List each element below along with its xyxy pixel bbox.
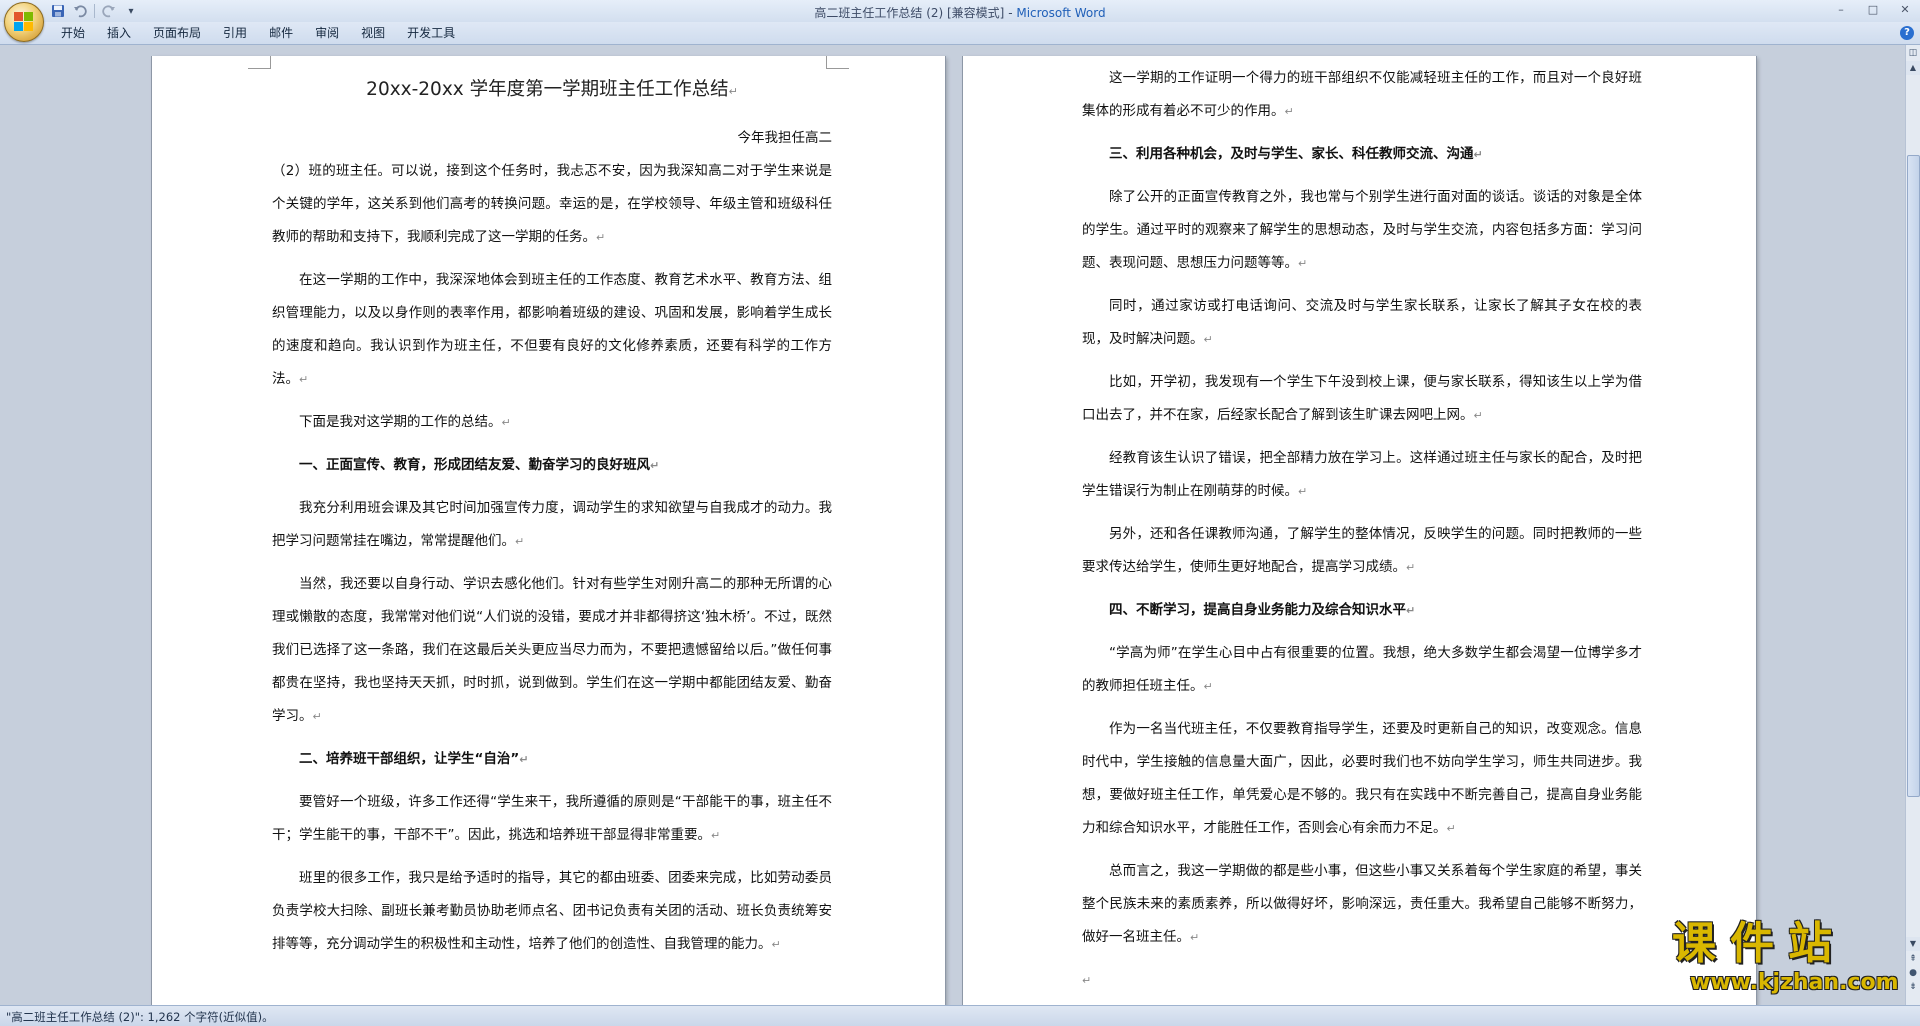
watermark-brand: 课件站	[1672, 918, 1846, 969]
watermark-url: www.kjzhan.com	[1690, 970, 1899, 995]
paragraph: （2）班的班主任。可以说，接到这个任务时，我忐忑不安，因为我深知高二对于学生来说…	[272, 163, 832, 245]
title-separator: -	[1004, 6, 1017, 20]
empty-paragraph: ↵	[1082, 964, 1642, 997]
paragraph-mark: ↵	[1473, 148, 1483, 161]
paragraph: 另外，还和各任课教师沟通，了解学生的整体情况，反映学生的问题。同时把教师的一些要…	[1082, 526, 1642, 575]
document-name: 高二班主任工作总结 (2) [兼容模式]	[814, 6, 1005, 20]
scroll-up-icon[interactable]: ▲	[1906, 61, 1920, 75]
paragraph: 我充分利用班会课及其它时间加强宣传力度，调动学生的求知欲望与自我成才的动力。我把…	[272, 500, 832, 549]
tab-page-layout[interactable]: 页面布局	[142, 22, 212, 44]
paragraph-mark: ↵	[1203, 333, 1213, 346]
app-name: Microsoft Word	[1016, 6, 1106, 20]
paragraph: 当然，我还要以自身行动、学识去感化他们。针对有些学生对刚升高二的那种无所谓的心理…	[272, 576, 832, 724]
paragraph-mark: ↵	[1406, 561, 1416, 574]
paragraph-mark: ↵	[299, 373, 309, 386]
status-text: "高二班主任工作总结 (2)": 1,262 个字符(近似值)。	[6, 1010, 274, 1024]
paragraph: 要管好一个班级，许多工作还得“学生来干，我所遵循的原则是“干部能干的事，班主任不…	[272, 794, 832, 843]
paragraph-mark: ↵	[1298, 485, 1308, 498]
close-button[interactable]: ✕	[1896, 2, 1914, 18]
paragraph-mark: ↵	[1082, 974, 1092, 987]
paragraph-mark: ↵	[1298, 257, 1308, 270]
paragraph-mark: ↵	[501, 416, 511, 429]
paragraph: “学高为师”在学生心目中占有很重要的位置。我想，绝大多数学生都会渴望一位博学多才…	[1082, 645, 1642, 694]
paragraph-mark: ↵	[711, 829, 721, 842]
tab-mailings[interactable]: 邮件	[258, 22, 304, 44]
section-heading: 三、利用各种机会，及时与学生、家长、科任教师交流、沟通↵	[1109, 146, 1483, 162]
maximize-button[interactable]: □	[1864, 2, 1882, 18]
document-workspace: 20xx-20xx 学年度第一学期班主任工作总结↵ 今年我担任高二 （2）班的班…	[0, 45, 1906, 1005]
tab-home[interactable]: 开始	[50, 22, 96, 44]
minimize-button[interactable]: –	[1832, 2, 1850, 18]
watermark-logo: 课件站 www.kjzhan.com	[1668, 918, 1908, 1000]
paragraph-mark: ↵	[728, 85, 738, 98]
paragraph-mark: ↵	[1406, 604, 1416, 617]
ruler-toggle-icon[interactable]: ◫	[1907, 47, 1919, 59]
window-title: 高二班主任工作总结 (2) [兼容模式] - Microsoft Word	[0, 4, 1920, 21]
tab-developer[interactable]: 开发工具	[396, 22, 466, 44]
page-content: 这一学期的工作证明一个得力的班干部组织不仅能减轻班主任的工作，而且对一个良好班集…	[1082, 62, 1642, 1005]
paragraph-mark: ↵	[1284, 105, 1294, 118]
office-button[interactable]	[4, 2, 44, 42]
paragraph-mark: ↵	[1446, 822, 1456, 835]
title-bar: ▾ 高二班主任工作总结 (2) [兼容模式] - Microsoft Word …	[0, 0, 1920, 22]
paragraph-mark: ↵	[1190, 931, 1200, 944]
paragraph-mark: ↵	[771, 938, 781, 951]
tab-review[interactable]: 审阅	[304, 22, 350, 44]
document-page-right[interactable]: 这一学期的工作证明一个得力的班干部组织不仅能减轻班主任的工作，而且对一个良好班集…	[963, 56, 1756, 1005]
help-icon[interactable]: ?	[1900, 26, 1914, 40]
page-content: 20xx-20xx 学年度第一学期班主任工作总结↵ 今年我担任高二 （2）班的班…	[272, 72, 832, 971]
section-heading: 二、培养班干部组织，让学生“自治”↵	[299, 751, 529, 767]
paragraph-mark: ↵	[519, 753, 529, 766]
paragraph: 今年我担任高二	[737, 130, 833, 146]
scrollbar-thumb[interactable]	[1907, 155, 1920, 797]
paragraph: 下面是我对这学期的工作的总结。↵	[299, 414, 511, 430]
paragraph: 这一学期的工作证明一个得力的班干部组织不仅能减轻班主任的工作，而且对一个良好班集…	[1082, 70, 1642, 119]
paragraph: 在这一学期的工作中，我深深地体会到班主任的工作态度、教育艺术水平、教育方法、组织…	[272, 272, 832, 387]
office-logo-icon	[14, 12, 34, 32]
next-page-icon[interactable]: ⇟	[1907, 981, 1919, 993]
scroll-down-icon[interactable]: ▼	[1906, 937, 1920, 951]
paragraph: 同时，通过家访或打电话询问、交流及时与学生家长联系，让家长了解其子女在校的表现，…	[1082, 298, 1642, 347]
paragraph: 作为一名当代班主任，不仅要教育指导学生，还要及时更新自己的知识，改变观念。信息时…	[1082, 721, 1642, 836]
crop-mark	[826, 56, 849, 69]
section-heading: 一、正面宣传、教育，形成团结友爱、勤奋学习的良好班风↵	[299, 457, 660, 473]
ribbon-tabs: 开始 插入 页面布局 引用 邮件 审阅 视图 开发工具	[50, 22, 466, 44]
paragraph-mark: ↵	[312, 710, 322, 723]
status-bar: "高二班主任工作总结 (2)": 1,262 个字符(近似值)。	[0, 1005, 1920, 1026]
paragraph-mark: ↵	[596, 231, 606, 244]
section-heading: 四、不断学习，提高自身业务能力及综合知识水平↵	[1109, 602, 1416, 618]
paragraph-mark: ↵	[1473, 409, 1483, 422]
paragraph: 班里的很多工作，我只是给予适时的指导，其它的都由班委、团委来完成，比如劳动委员负…	[272, 870, 832, 952]
tab-insert[interactable]: 插入	[96, 22, 142, 44]
paragraph: 总而言之，我这一学期做的都是些小事，但这些小事又关系着每个学生家庭的希望，事关整…	[1082, 863, 1642, 945]
tab-references[interactable]: 引用	[212, 22, 258, 44]
previous-page-icon[interactable]: ⇞	[1907, 953, 1919, 965]
paragraph-mark: ↵	[515, 535, 525, 548]
paragraph: 经教育该生认识了错误，把全部精力放在学习上。这样通过班主任与家长的配合，及时把学…	[1082, 450, 1642, 499]
select-browse-object-icon[interactable]: ●	[1907, 967, 1919, 979]
ribbon-tab-bar: 开始 插入 页面布局 引用 邮件 审阅 视图 开发工具 ?	[0, 22, 1920, 45]
paragraph: 除了公开的正面宣传教育之外，我也常与个别学生进行面对面的谈话。谈话的对象是全体的…	[1082, 189, 1642, 271]
document-title: 20xx-20xx 学年度第一学期班主任工作总结↵	[366, 79, 738, 100]
paragraph: 比如，开学初，我发现有一个学生下午没到校上课，便与家长联系，得知该生以上学为借口…	[1082, 374, 1642, 423]
tab-view[interactable]: 视图	[350, 22, 396, 44]
document-page-left[interactable]: 20xx-20xx 学年度第一学期班主任工作总结↵ 今年我担任高二 （2）班的班…	[152, 56, 945, 1005]
window-controls: – □ ✕	[1832, 2, 1914, 18]
vertical-scrollbar[interactable]: ◫ ▲ ▼ ⇞ ● ⇟	[1905, 45, 1920, 1005]
paragraph-mark: ↵	[650, 459, 660, 472]
crop-mark	[248, 56, 271, 69]
paragraph-mark: ↵	[1203, 680, 1213, 693]
